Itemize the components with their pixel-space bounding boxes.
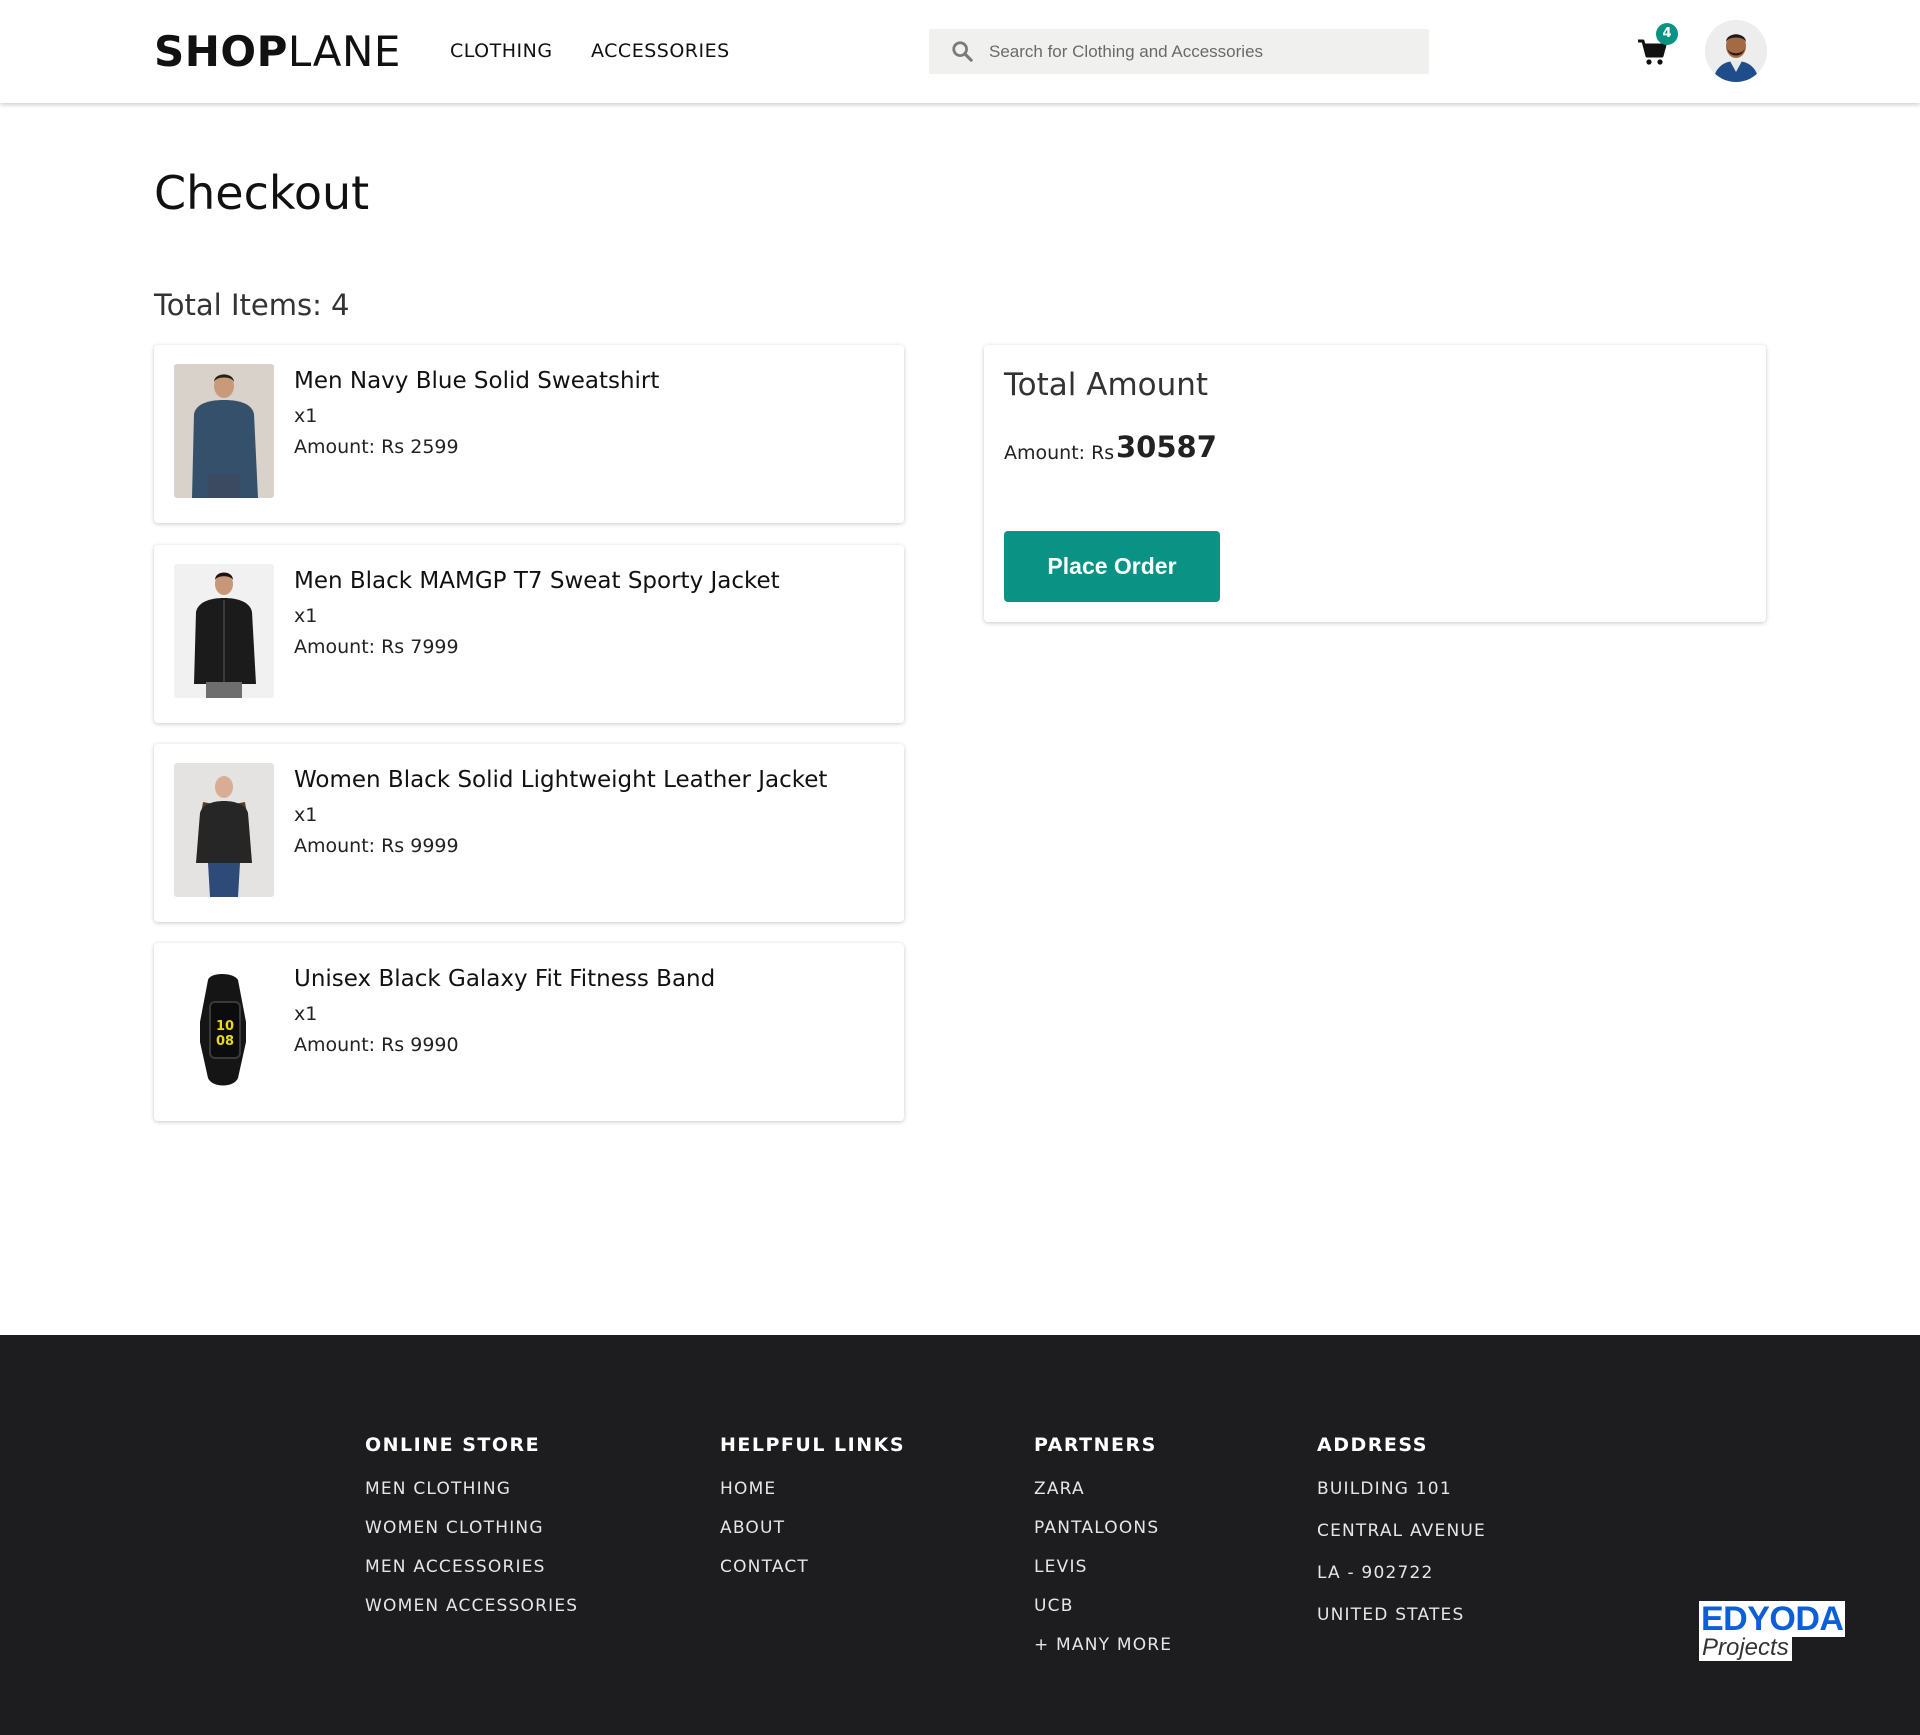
- address-line: CENTRAL AVENUE: [1317, 1521, 1486, 1541]
- item-image-jacket[interactable]: [174, 564, 274, 698]
- cart-item: Men Navy Blue Solid Sweatshirt x1 Amount…: [154, 345, 904, 523]
- item-name[interactable]: Women Black Solid Lightweight Leather Ja…: [294, 764, 827, 796]
- total-items-label: Total Items: 4: [154, 288, 350, 322]
- cart-item: 10 08 Unisex Black Galaxy Fit Fitness Ba…: [154, 943, 904, 1121]
- footer-column-partners: PARTNERS ZARA PANTALOONS LEVIS UCB + MAN…: [1034, 1433, 1172, 1673]
- item-quantity: x1: [294, 804, 318, 826]
- logo-light: LANE: [287, 27, 401, 76]
- footer-column-online-store: ONLINE STORE MEN CLOTHING WOMEN CLOTHING…: [365, 1433, 578, 1634]
- item-name[interactable]: Men Black MAMGP T7 Sweat Sporty Jacket: [294, 565, 780, 597]
- footer-link-many-more[interactable]: + MANY MORE: [1034, 1634, 1172, 1656]
- footer-column-address: ADDRESS BUILDING 101 CENTRAL AVENUE LA -…: [1317, 1433, 1486, 1646]
- cart-item: Men Black MAMGP T7 Sweat Sporty Jacket x…: [154, 545, 904, 723]
- shoplane-logo[interactable]: SHOPLANE: [154, 26, 401, 78]
- item-amount: Amount: Rs 2599: [294, 436, 459, 458]
- svg-text:08: 08: [216, 1034, 234, 1049]
- user-avatar[interactable]: [1705, 20, 1767, 82]
- address-line: BUILDING 101: [1317, 1479, 1452, 1499]
- badge-bottom-text: Projects: [1699, 1635, 1792, 1661]
- search-icon: [952, 41, 973, 62]
- item-name[interactable]: Unisex Black Galaxy Fit Fitness Band: [294, 963, 715, 995]
- footer-heading: ADDRESS: [1317, 1434, 1428, 1456]
- item-quantity: x1: [294, 1003, 318, 1025]
- item-image-sweatshirt[interactable]: [174, 364, 274, 498]
- cart-item: Women Black Solid Lightweight Leather Ja…: [154, 744, 904, 922]
- item-name[interactable]: Men Navy Blue Solid Sweatshirt: [294, 365, 659, 397]
- footer-heading: ONLINE STORE: [365, 1434, 541, 1456]
- avatar-image: [1705, 20, 1767, 82]
- footer-link-levis[interactable]: LEVIS: [1034, 1556, 1172, 1578]
- footer-link-contact[interactable]: CONTACT: [720, 1556, 905, 1578]
- item-amount: Amount: Rs 9990: [294, 1034, 459, 1056]
- item-image-leather-jacket[interactable]: [174, 763, 274, 897]
- site-footer: ONLINE STORE MEN CLOTHING WOMEN CLOTHING…: [0, 1335, 1920, 1735]
- search-bar[interactable]: [929, 29, 1429, 74]
- footer-link-men-accessories[interactable]: MEN ACCESSORIES: [365, 1556, 578, 1578]
- footer-link-women-accessories[interactable]: WOMEN ACCESSORIES: [365, 1595, 578, 1617]
- footer-link-pantaloons[interactable]: PANTALOONS: [1034, 1517, 1172, 1539]
- badge-top-text: EDYODA: [1699, 1600, 1846, 1638]
- item-quantity: x1: [294, 405, 318, 427]
- logo-bold: SHOP: [154, 27, 288, 76]
- search-input[interactable]: [989, 29, 1419, 74]
- address-line: UNITED STATES: [1317, 1605, 1465, 1625]
- item-image-fitness-band[interactable]: 10 08: [174, 962, 274, 1096]
- footer-link-women-clothing[interactable]: WOMEN CLOTHING: [365, 1517, 578, 1539]
- footer-link-about[interactable]: ABOUT: [720, 1517, 905, 1539]
- item-amount: Amount: Rs 9999: [294, 835, 459, 857]
- summary-amount-value: 30587: [1116, 430, 1217, 464]
- summary-amount-label: Amount: Rs: [1004, 442, 1115, 464]
- summary-title: Total Amount: [1004, 367, 1209, 403]
- item-quantity: x1: [294, 605, 318, 627]
- cart-count-badge: 4: [1656, 23, 1678, 45]
- edyoda-projects-badge: EDYODA Projects: [1699, 1601, 1849, 1663]
- footer-column-helpful-links: HELPFUL LINKS HOME ABOUT CONTACT: [720, 1433, 905, 1595]
- item-amount: Amount: Rs 7999: [294, 636, 459, 658]
- site-header: SHOPLANE CLOTHING ACCESSORIES 4: [0, 0, 1920, 103]
- address-line: LA - 902722: [1317, 1563, 1434, 1583]
- footer-link-zara[interactable]: ZARA: [1034, 1478, 1172, 1500]
- nav-accessories[interactable]: ACCESSORIES: [591, 39, 730, 63]
- footer-heading: PARTNERS: [1034, 1434, 1157, 1456]
- footer-link-men-clothing[interactable]: MEN CLOTHING: [365, 1478, 578, 1500]
- footer-heading: HELPFUL LINKS: [720, 1434, 906, 1456]
- svg-text:10: 10: [216, 1019, 234, 1034]
- nav-clothing[interactable]: CLOTHING: [450, 39, 553, 63]
- footer-link-ucb[interactable]: UCB: [1034, 1595, 1172, 1617]
- place-order-button[interactable]: Place Order: [1004, 531, 1220, 602]
- page-title: Checkout: [154, 166, 370, 220]
- footer-link-home[interactable]: HOME: [720, 1478, 905, 1500]
- order-summary-card: Total Amount Amount: Rs 30587 Place Orde…: [984, 345, 1766, 622]
